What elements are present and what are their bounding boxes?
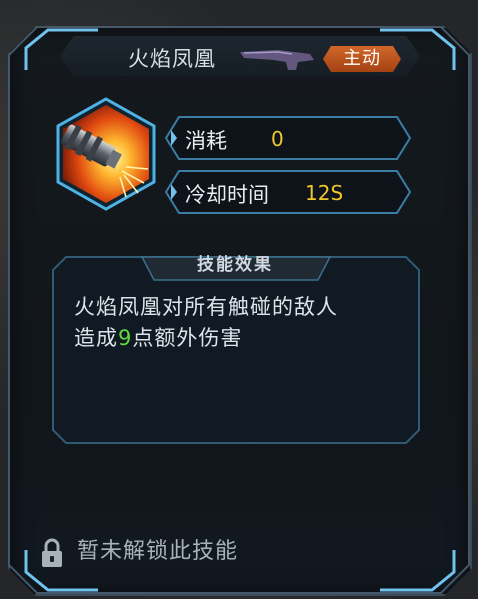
cost-stat: 消耗 0 (165, 116, 411, 160)
effect-line-2-prefix: 造成 (74, 326, 118, 350)
flame-cannon-icon (56, 97, 156, 211)
lock-icon (42, 538, 62, 567)
effect-line-1: 火焰凤凰对所有触碰的敌人 (74, 295, 338, 319)
cost-value: 0 (271, 127, 284, 151)
cooldown-stat: 冷却时间 12S (165, 170, 411, 214)
effect-description: 火焰凤凰对所有触碰的敌人 造成9点额外伤害 (74, 292, 404, 354)
skill-effect-box: 技能效果 火焰凤凰对所有触碰的敌人 造成9点额外伤害 (52, 255, 420, 444)
effect-line-2-suffix: 点额外伤害 (132, 326, 243, 350)
shotgun-icon (240, 50, 314, 70)
effect-tab-label: 技能效果 (197, 255, 273, 275)
cooldown-label: 冷却时间 (185, 183, 269, 207)
damage-number: 9 (118, 326, 133, 350)
locked-message: 暂未解锁此技能 (77, 539, 239, 564)
active-skill-badge: 主动 (323, 46, 401, 72)
skill-title: 火焰凤凰 (128, 47, 216, 71)
cost-label: 消耗 (185, 129, 227, 153)
cooldown-value: 12S (305, 181, 344, 205)
effect-line-2: 造成9点额外伤害 (74, 323, 404, 354)
